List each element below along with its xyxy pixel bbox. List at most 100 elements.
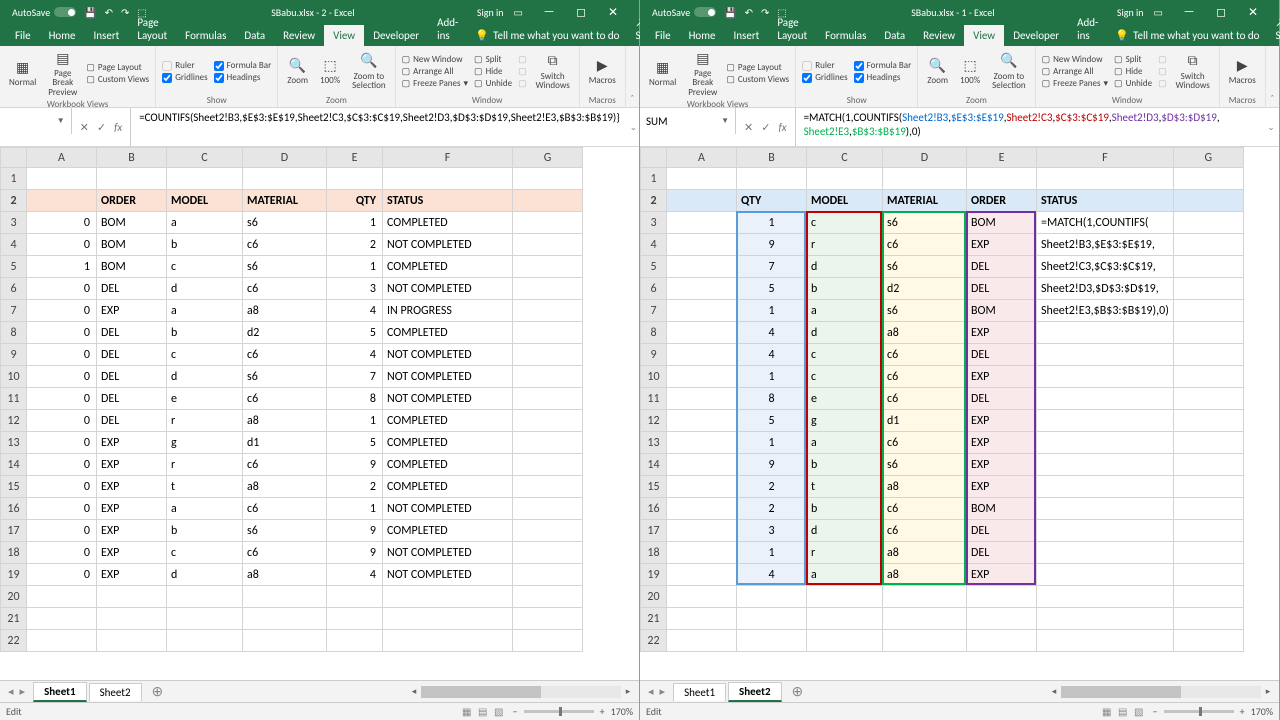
normal-view-button[interactable]: ▦Normal (646, 57, 679, 89)
collapse-ribbon-icon[interactable]: ˆ (626, 46, 639, 107)
cell[interactable]: MATERIAL (883, 190, 967, 212)
tell-me[interactable]: 💡 Tell me what you want to do (1107, 25, 1267, 46)
ruler-check[interactable]: Ruler (802, 60, 847, 71)
cell[interactable]: e (807, 388, 883, 410)
cell[interactable]: 2 (327, 234, 383, 256)
cell[interactable]: d (167, 366, 243, 388)
zoom-100-button[interactable]: ⬚100% (957, 55, 983, 87)
cell[interactable]: 7 (327, 366, 383, 388)
cell[interactable] (327, 168, 383, 190)
cell[interactable]: DEL (97, 410, 167, 432)
cell[interactable]: MODEL (807, 190, 883, 212)
cell[interactable] (967, 168, 1037, 190)
cell[interactable] (1037, 388, 1174, 410)
row-header[interactable]: 6 (1, 278, 27, 300)
enter-formula-icon[interactable]: ✓ (97, 121, 106, 134)
cell[interactable]: 0 (27, 454, 97, 476)
macros-button[interactable]: ▶Macros (586, 55, 619, 87)
cell[interactable] (737, 630, 807, 652)
cell[interactable] (167, 608, 243, 630)
fx-icon[interactable]: fx (114, 121, 122, 134)
cell[interactable]: 4 (327, 344, 383, 366)
cell[interactable]: 0 (27, 300, 97, 322)
cell[interactable] (243, 586, 327, 608)
cell[interactable] (327, 586, 383, 608)
formula-bar-check[interactable]: Formula Bar (854, 60, 912, 71)
cell[interactable] (1173, 432, 1243, 454)
row-header[interactable]: 7 (1, 300, 27, 322)
cell[interactable]: d1 (243, 432, 327, 454)
headings-check[interactable]: Headings (214, 72, 272, 83)
cell[interactable]: COMPLETED (383, 212, 513, 234)
cell[interactable] (1037, 476, 1174, 498)
row-header[interactable]: 20 (641, 586, 667, 608)
gridlines-check[interactable]: Gridlines (162, 72, 207, 83)
cell[interactable]: c (807, 366, 883, 388)
cell[interactable]: NOT COMPLETED (383, 344, 513, 366)
undo-icon[interactable]: ↶ (105, 6, 113, 19)
scroll-right-icon[interactable]: ▸ (621, 686, 635, 697)
cell[interactable] (667, 432, 737, 454)
cell[interactable]: DEL (967, 256, 1037, 278)
row-header[interactable]: 18 (1, 542, 27, 564)
cell[interactable] (513, 630, 583, 652)
cell[interactable] (807, 586, 883, 608)
cell[interactable]: d (167, 564, 243, 586)
cell[interactable]: DEL (967, 388, 1037, 410)
cell[interactable]: b (167, 234, 243, 256)
hide-button[interactable]: ▢ Hide (474, 66, 512, 77)
cell[interactable]: b (167, 322, 243, 344)
name-box[interactable]: ▼ (0, 108, 72, 134)
row-header[interactable]: 4 (641, 234, 667, 256)
cell[interactable]: r (807, 234, 883, 256)
cell[interactable] (1173, 564, 1243, 586)
freeze-panes-button[interactable]: ▢ Freeze Panes ▾ (1042, 78, 1108, 89)
cell[interactable]: COMPLETED (383, 476, 513, 498)
row-header[interactable]: 3 (1, 212, 27, 234)
cell[interactable]: 3 (737, 520, 807, 542)
tab-review[interactable]: Review (274, 25, 324, 46)
cell[interactable] (667, 454, 737, 476)
cell[interactable]: 1 (27, 256, 97, 278)
cell[interactable] (667, 564, 737, 586)
signin-link[interactable]: Sign in (477, 6, 504, 19)
cell[interactable]: 5 (737, 410, 807, 432)
arrange-all-button[interactable]: ▢ Arrange All (1042, 66, 1108, 77)
custom-views-button[interactable]: ▢ Custom Views (86, 74, 149, 85)
col-header[interactable]: A (667, 148, 737, 168)
save-icon[interactable]: 💾 (84, 6, 96, 19)
cell[interactable] (1173, 256, 1243, 278)
cell[interactable]: a (167, 300, 243, 322)
cell[interactable] (513, 476, 583, 498)
cell[interactable]: 1 (327, 256, 383, 278)
col-header[interactable]: D (243, 148, 327, 168)
cell[interactable]: 8 (737, 388, 807, 410)
cell[interactable]: EXP (967, 322, 1037, 344)
row-header[interactable]: 8 (641, 322, 667, 344)
tab-file[interactable]: File (6, 25, 40, 46)
cell[interactable]: c6 (243, 344, 327, 366)
cell[interactable]: b (807, 278, 883, 300)
row-header[interactable]: 16 (1, 498, 27, 520)
cell[interactable]: 4 (327, 300, 383, 322)
share-button[interactable]: ↗ Share (1267, 12, 1280, 46)
zoom-slider[interactable] (524, 710, 594, 713)
cell[interactable] (1173, 322, 1243, 344)
row-header[interactable]: 22 (641, 630, 667, 652)
cell[interactable] (1037, 322, 1174, 344)
cell[interactable] (167, 168, 243, 190)
new-window-button[interactable]: ▢ New Window (402, 54, 468, 65)
row-header[interactable]: 12 (1, 410, 27, 432)
cell[interactable]: 0 (27, 542, 97, 564)
cell[interactable]: s6 (883, 300, 967, 322)
cell[interactable]: 0 (27, 366, 97, 388)
cell[interactable]: a (807, 564, 883, 586)
cell[interactable] (737, 168, 807, 190)
cell[interactable] (667, 256, 737, 278)
cell[interactable]: 0 (27, 388, 97, 410)
tab-formulas[interactable]: Formulas (176, 25, 235, 46)
name-box[interactable]: SUM▼ (640, 108, 736, 134)
cell[interactable]: ORDER (97, 190, 167, 212)
tab-home[interactable]: Home (680, 25, 725, 46)
zoom-button[interactable]: 🔍Zoom (284, 55, 311, 87)
